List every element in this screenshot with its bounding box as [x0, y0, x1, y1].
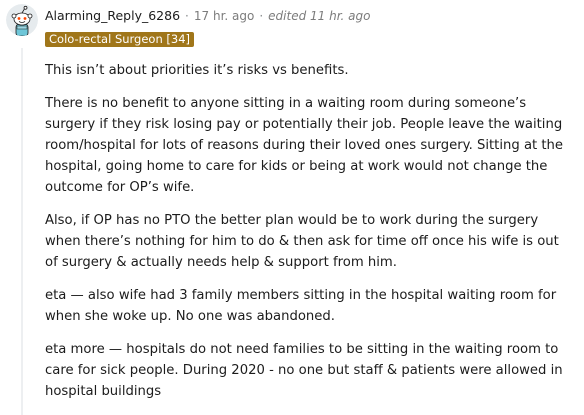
edited-timestamp: edited 11 hr. ago [268, 9, 371, 23]
meta-separator-2: · [259, 9, 264, 23]
comment-body: This isn’t about priorities it’s risks v… [45, 60, 565, 414]
comment-paragraph-1: This isn’t about priorities it’s risks v… [45, 63, 349, 78]
comment-paragraph-5: eta more — hospitals do not need familie… [45, 342, 563, 399]
comment-paragraph-4: eta — also wife had 3 family members sit… [45, 288, 557, 324]
thread-line[interactable] [21, 48, 23, 415]
meta-separator: · [185, 9, 189, 23]
comment-timestamp[interactable]: 17 hr. ago [194, 9, 254, 23]
comment-paragraph-3: Also, if OP has no PTO the better plan w… [45, 213, 559, 270]
user-avatar[interactable] [6, 4, 38, 36]
user-flair-badge: Colo-rectal Surgeon [34] [45, 32, 195, 47]
comment-username[interactable]: Alarming_Reply_6286 [45, 8, 180, 23]
comment-header: Alarming_Reply_6286 · 17 hr. ago · edite… [45, 8, 371, 23]
snoo-avatar-icon [6, 4, 38, 36]
comment-paragraph-2: There is no benefit to anyone sitting in… [45, 96, 564, 195]
